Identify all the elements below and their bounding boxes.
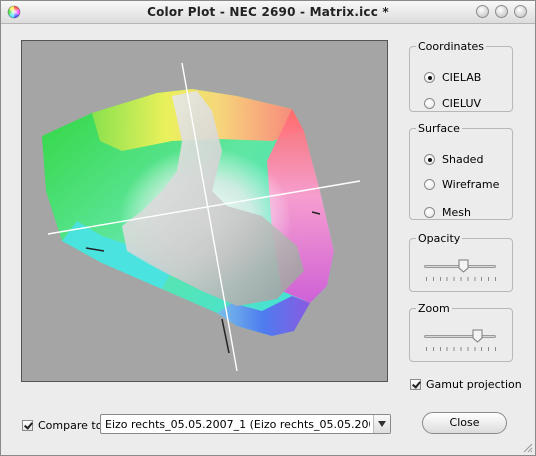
color-plot-window: Color Plot - NEC 2690 - Matrix.icc * Coo… bbox=[0, 0, 536, 456]
close-button[interactable]: Close bbox=[422, 412, 507, 434]
radio-cielab[interactable]: CIELAB bbox=[424, 69, 481, 85]
compare-to-checkbox[interactable] bbox=[22, 419, 33, 431]
radio-label: Shaded bbox=[442, 152, 484, 166]
zoom-legend: Zoom bbox=[418, 302, 450, 315]
zoom-slider-thumb[interactable] bbox=[472, 329, 483, 343]
gamut-solid-graphic bbox=[42, 62, 361, 372]
dropdown-button[interactable] bbox=[373, 415, 390, 433]
coordinates-group: Coordinates CIELAB CIELUV bbox=[409, 40, 513, 112]
resize-grip-icon[interactable] bbox=[521, 441, 533, 453]
opacity-slider-ticks bbox=[426, 277, 496, 281]
radio-cieluv[interactable]: CIELUV bbox=[424, 95, 481, 111]
radio-button[interactable] bbox=[424, 97, 435, 109]
radio-mesh[interactable]: Mesh bbox=[424, 204, 471, 220]
opacity-group: Opacity bbox=[409, 232, 513, 292]
maximize-icon[interactable] bbox=[495, 5, 508, 18]
gamut-plot-view[interactable] bbox=[21, 40, 388, 382]
window-title: Color Plot - NEC 2690 - Matrix.icc * bbox=[147, 5, 389, 19]
close-icon[interactable] bbox=[514, 5, 527, 18]
surface-group: Surface Shaded Wireframe Mesh bbox=[409, 122, 513, 220]
radio-label: Mesh bbox=[442, 205, 471, 219]
gamut-projection-label: Gamut projection bbox=[426, 377, 522, 391]
opacity-slider-thumb[interactable] bbox=[458, 259, 469, 273]
compare-to-checkbox-row[interactable]: Compare to: bbox=[22, 417, 106, 433]
minimize-icon[interactable] bbox=[476, 5, 489, 18]
zoom-slider-ticks bbox=[426, 347, 496, 351]
compare-profile-value: Eizo rechts_05.05.2007_1 (Eizo rechts_05… bbox=[105, 418, 370, 431]
chevron-down-icon bbox=[378, 421, 386, 427]
radio-button[interactable] bbox=[424, 206, 435, 218]
gamut-projection-checkbox[interactable] bbox=[410, 378, 421, 390]
gamut-projection-checkbox-row[interactable]: Gamut projection bbox=[410, 376, 522, 392]
radio-wireframe[interactable]: Wireframe bbox=[424, 176, 499, 192]
radio-label: CIELAB bbox=[442, 70, 482, 84]
title-bar[interactable]: Color Plot - NEC 2690 - Matrix.icc * bbox=[1, 1, 535, 24]
radio-button[interactable] bbox=[424, 153, 435, 165]
compare-profile-select[interactable]: Eizo rechts_05.05.2007_1 (Eizo rechts_05… bbox=[100, 414, 391, 434]
surface-legend: Surface bbox=[418, 122, 460, 135]
radio-label: CIELUV bbox=[442, 96, 482, 110]
radio-shaded[interactable]: Shaded bbox=[424, 151, 483, 167]
zoom-slider-track[interactable] bbox=[424, 335, 496, 338]
radio-button[interactable] bbox=[424, 71, 435, 83]
radio-label: Wireframe bbox=[442, 177, 500, 191]
zoom-group: Zoom bbox=[409, 302, 513, 362]
radio-button[interactable] bbox=[424, 178, 435, 190]
opacity-legend: Opacity bbox=[418, 232, 461, 245]
coordinates-legend: Coordinates bbox=[418, 40, 485, 53]
compare-to-label: Compare to: bbox=[38, 418, 107, 432]
